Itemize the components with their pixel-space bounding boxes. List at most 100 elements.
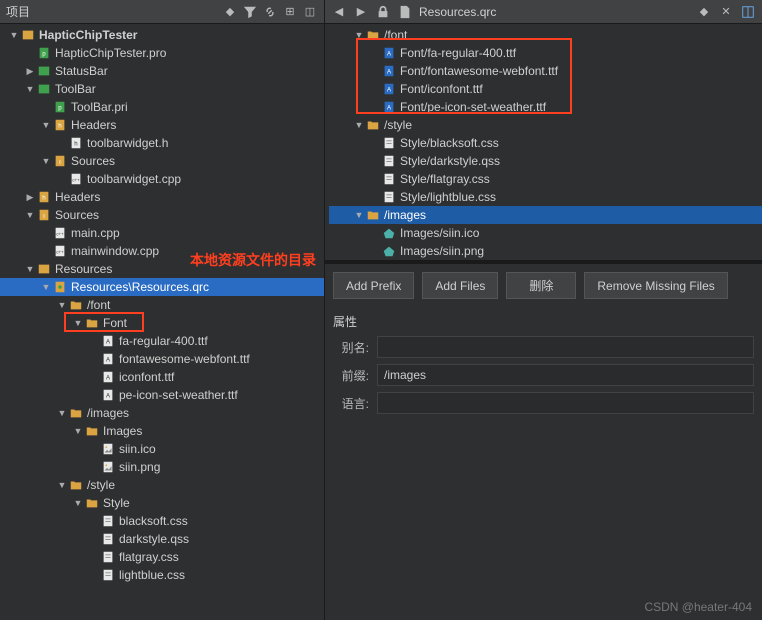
tree-item[interactable]: ▼cSources	[0, 206, 324, 224]
collapse-arrow-icon[interactable]: ▼	[353, 30, 365, 40]
tree-item[interactable]: ▶htoolbarwidget.h	[0, 134, 324, 152]
remove-missing-button[interactable]: Remove Missing Files	[584, 272, 727, 299]
tree-item[interactable]: ▶flatgray.css	[0, 548, 324, 566]
tree-item[interactable]: ▶Style/lightblue.css	[329, 188, 762, 206]
tree-item[interactable]: ▼ Resources\Resources.qrc	[0, 278, 324, 296]
tree-item[interactable]: ▼ ToolBar	[0, 80, 324, 98]
file-icon	[397, 4, 413, 20]
link-icon[interactable]	[262, 4, 278, 20]
tree-item-label: /style	[384, 118, 412, 132]
nav-back-icon[interactable]: ◀	[331, 4, 347, 20]
tree-item[interactable]: ▶lightblue.css	[0, 566, 324, 584]
tree-item[interactable]: ▶Ape-icon-set-weather.ttf	[0, 386, 324, 404]
tree-item[interactable]: ▶blacksoft.css	[0, 512, 324, 530]
tree-item[interactable]: ▶darkstyle.qss	[0, 530, 324, 548]
collapse-arrow-icon[interactable]: ▼	[72, 498, 84, 508]
collapse-arrow-icon[interactable]: ▼	[72, 318, 84, 328]
tree-item[interactable]: ▶AFont/fontawesome-webfont.ttf	[329, 62, 762, 80]
add-icon[interactable]: ⊞	[282, 4, 298, 20]
tree-item[interactable]: ▼/images	[329, 206, 762, 224]
collapse-arrow-icon[interactable]: ▼	[24, 264, 36, 274]
tree-item[interactable]: ▼Style	[0, 494, 324, 512]
tree-item-label: darkstyle.qss	[119, 532, 189, 546]
collapse-arrow-icon[interactable]: ▼	[353, 120, 365, 130]
collapse-arrow-icon[interactable]: ▼	[56, 300, 68, 310]
tree-item-label: ToolBar	[55, 82, 96, 96]
tree-item[interactable]: ▶AFont/iconfont.ttf	[329, 80, 762, 98]
editor-tab-label[interactable]: Resources.qrc	[419, 5, 690, 19]
add-prefix-button[interactable]: Add Prefix	[333, 272, 414, 299]
split-editor-icon[interactable]	[740, 4, 756, 20]
tree-item[interactable]: ▶pToolBar.pri	[0, 98, 324, 116]
tree-item-label: lightblue.css	[119, 568, 185, 582]
filter-icon[interactable]	[242, 4, 258, 20]
project-header-toolbar: ◆ ⊞ ◫	[222, 4, 318, 20]
properties-panel: 属性 别名: 前缀: 语言:	[325, 307, 762, 426]
nav-fwd-icon[interactable]: ▶	[353, 4, 369, 20]
svg-text:p: p	[42, 51, 46, 58]
tree-item[interactable]: ▶StatusBar	[0, 62, 324, 80]
collapse-arrow-icon[interactable]: ▼	[72, 426, 84, 436]
tree-item[interactable]: ▶Afontawesome-webfont.ttf	[0, 350, 324, 368]
add-files-button[interactable]: Add Files	[422, 272, 498, 299]
tree-item[interactable]: ▼/font	[0, 296, 324, 314]
tree-item[interactable]: ▶Afa-regular-400.ttf	[0, 332, 324, 350]
collapse-arrow-icon[interactable]: ▼	[24, 210, 36, 220]
collapse-arrow-icon[interactable]: ▼	[56, 480, 68, 490]
collapse-arrow-icon[interactable]: ▼	[24, 84, 36, 94]
tree-item[interactable]: ▼cSources	[0, 152, 324, 170]
mod-icon	[36, 82, 52, 96]
tree-item[interactable]: ▶Style/blacksoft.css	[329, 134, 762, 152]
expand-arrow-icon[interactable]: ▶	[24, 192, 36, 203]
tree-item[interactable]: ▶Images/siin.ico	[329, 224, 762, 242]
alias-input[interactable]	[377, 336, 754, 358]
css-icon	[100, 550, 116, 564]
collapse-arrow-icon[interactable]: ▼	[40, 156, 52, 166]
tree-item[interactable]: ▶AFont/fa-regular-400.ttf	[329, 44, 762, 62]
tree-item[interactable]: ▶c++toolbarwidget.cpp	[0, 170, 324, 188]
split-icon[interactable]: ◫	[302, 4, 318, 20]
expand-arrow-icon[interactable]: ▶	[24, 66, 36, 77]
lock-icon[interactable]	[375, 4, 391, 20]
tree-item[interactable]: ▼Resources	[0, 260, 324, 278]
prefix-input[interactable]	[377, 364, 754, 386]
tree-item[interactable]: ▶siin.png	[0, 458, 324, 476]
project-tree[interactable]: ▼HapticChipTester▶pHapticChipTester.pro▶…	[0, 24, 324, 620]
tree-item[interactable]: ▶Images/siin.png	[329, 242, 762, 260]
collapse-arrow-icon[interactable]: ▼	[40, 120, 52, 130]
collapse-arrow-icon[interactable]: ▼	[353, 210, 365, 220]
resource-tree[interactable]: ▼/font▶AFont/fa-regular-400.ttf▶AFont/fo…	[325, 24, 762, 260]
tree-item[interactable]: ▼Images	[0, 422, 324, 440]
collapse-arrow-icon[interactable]: ▼	[40, 282, 52, 292]
tree-item-label: Resources\Resources.qrc	[71, 280, 209, 294]
tree-item[interactable]: ▶Style/darkstyle.qss	[329, 152, 762, 170]
qrc-icon	[52, 280, 68, 294]
tree-item[interactable]: ▶c++mainwindow.cpp	[0, 242, 324, 260]
tree-item[interactable]: ▶AFont/pe-icon-set-weather.ttf	[329, 98, 762, 116]
tree-item[interactable]: ▼ /style	[329, 116, 762, 134]
tree-item[interactable]: ▶Aiconfont.ttf	[0, 368, 324, 386]
res-icon	[36, 262, 52, 276]
collapse-arrow-icon[interactable]: ▼	[56, 408, 68, 418]
collapse-arrow-icon[interactable]: ▼	[8, 30, 20, 40]
tree-item-label: /style	[87, 478, 115, 492]
tree-item[interactable]: ▼HapticChipTester	[0, 26, 324, 44]
tree-item[interactable]: ▼ /style	[0, 476, 324, 494]
tree-item-label: siin.ico	[119, 442, 156, 456]
tree-item[interactable]: ▼/font	[329, 26, 762, 44]
img-icon	[100, 460, 116, 474]
lang-input[interactable]	[377, 392, 754, 414]
folder-icon	[365, 118, 381, 132]
tree-item[interactable]: ▶siin.ico	[0, 440, 324, 458]
tree-item[interactable]: ▶pHapticChipTester.pro	[0, 44, 324, 62]
delete-button[interactable]: 删除	[506, 272, 576, 299]
tree-item[interactable]: ▼Font	[0, 314, 324, 332]
tree-item[interactable]: ▶hHeaders	[0, 188, 324, 206]
dropdown-icon[interactable]: ◆	[222, 4, 238, 20]
close-tab-icon[interactable]: ✕	[718, 4, 734, 20]
tree-item[interactable]: ▼hHeaders	[0, 116, 324, 134]
tab-menu-icon[interactable]: ◆	[696, 4, 712, 20]
tree-item[interactable]: ▶Style/flatgray.css	[329, 170, 762, 188]
tree-item[interactable]: ▼/images	[0, 404, 324, 422]
tree-item[interactable]: ▶c++main.cpp	[0, 224, 324, 242]
